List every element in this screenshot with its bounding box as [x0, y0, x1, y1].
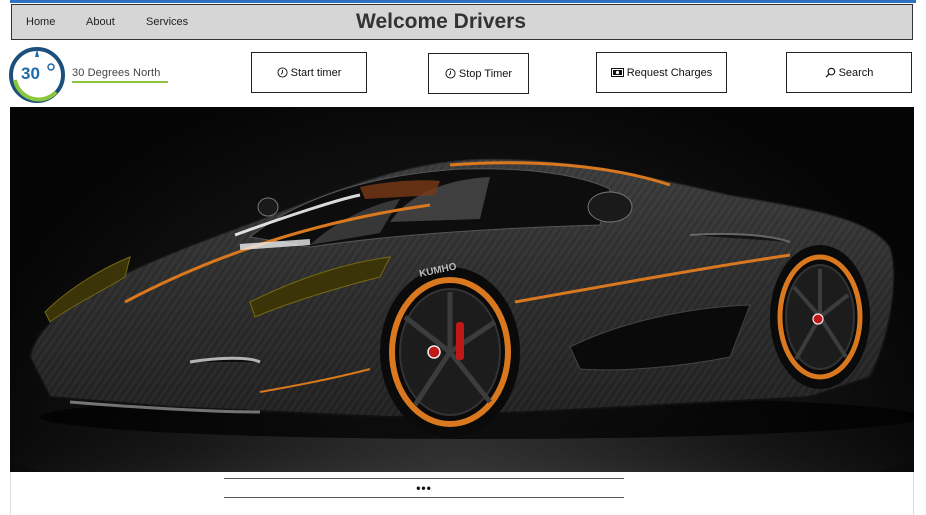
- search-label: Search: [838, 66, 874, 79]
- nav-about-link[interactable]: About: [86, 16, 115, 28]
- top-navbar: Home About Services Welcome Drivers: [11, 4, 913, 40]
- nav-home-link[interactable]: Home: [26, 16, 55, 28]
- clock-icon: [445, 68, 456, 79]
- logo-brand-name: 30 Degrees North: [72, 67, 161, 79]
- logo-underline: [72, 81, 168, 83]
- carousel-dots[interactable]: •••: [224, 481, 624, 495]
- stop-timer-button[interactable]: Stop Timer: [428, 53, 529, 94]
- request-charges-button[interactable]: Request Charges: [596, 52, 727, 93]
- logo-compass-icon: 30: [9, 47, 65, 103]
- carousel-indicator-bar[interactable]: •••: [224, 478, 624, 498]
- nav-services-link[interactable]: Services: [146, 16, 188, 28]
- page-title: Welcome Drivers: [356, 10, 527, 33]
- content-border-left: [10, 472, 11, 515]
- logo-mark-text: 30: [21, 64, 40, 83]
- top-accent-line: [10, 0, 916, 3]
- money-icon: [610, 68, 624, 77]
- sports-car-illustration: KUMHO: [10, 157, 914, 472]
- search-button[interactable]: Search: [786, 52, 912, 93]
- search-icon: [825, 67, 836, 78]
- clock-icon: [277, 67, 288, 78]
- request-charges-label: Request Charges: [626, 66, 713, 79]
- start-timer-label: Start timer: [290, 66, 342, 79]
- hero-car-image: KUMHO: [10, 107, 914, 472]
- content-border-right: [913, 472, 914, 515]
- brand-logo[interactable]: 30 30 Degrees North: [8, 46, 178, 103]
- stop-timer-label: Stop Timer: [458, 67, 513, 80]
- start-timer-button[interactable]: Start timer: [251, 52, 367, 93]
